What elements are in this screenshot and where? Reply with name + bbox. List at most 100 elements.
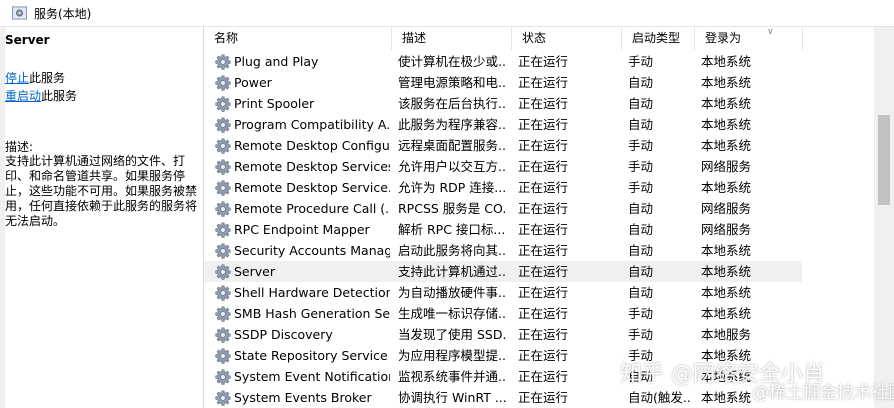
service-gear-icon [215, 75, 231, 91]
service-status-cell: 正在运行 [518, 117, 569, 132]
column-header-name[interactable]: 名称 [204, 27, 392, 50]
service-startup-type-cell: 自动 [628, 222, 654, 237]
service-gear-icon [215, 327, 231, 343]
service-description-cell: 该服务在后台执行... [398, 96, 506, 111]
table-row[interactable]: Plug and Play 使计算机在极少或... 正在运行 手动 本地系统 [204, 51, 802, 72]
table-row[interactable]: Program Compatibility A... 此服务为程序兼容... 正在运… [204, 114, 802, 135]
column-header-startup-type[interactable]: 启动类型 [622, 27, 695, 50]
table-row[interactable]: State Repository Service 为应用程序模型提... 正在运行 手… [204, 345, 802, 366]
stop-suffix: 此服务 [29, 71, 66, 85]
service-description-cell: 为应用程序模型提... [398, 348, 506, 363]
table-row[interactable]: SMB Hash Generation Se... 生成唯一标识存储... 正在运行… [204, 303, 802, 324]
service-status-cell: 正在运行 [518, 159, 569, 174]
description-text: 支持此计算机通过网络的文件、打印、和命名管道共享。如果服务停止，这些功能不可用。… [5, 154, 198, 228]
service-startup-type-cell: 自动 [628, 201, 654, 216]
service-logon-cell: 本地系统 [701, 54, 752, 69]
service-startup-type-cell: 手动 [628, 327, 654, 342]
table-row[interactable]: Remote Desktop Configu... 远程桌面配置服务... 正在运行… [204, 135, 802, 156]
service-name-cell: State Repository Service [234, 348, 388, 363]
service-gear-icon [215, 117, 231, 133]
service-logon-cell: 本地服务 [701, 327, 752, 342]
table-row[interactable]: RPC Endpoint Mapper 解析 RPC 接口标... 正在运行 自动 网络… [204, 219, 802, 240]
stop-service-link[interactable]: 停止 [5, 71, 29, 85]
service-gear-icon [215, 243, 231, 259]
service-gear-icon [215, 222, 231, 238]
title-bar: 服务(本地) [0, 0, 894, 27]
table-row[interactable]: SSDP Discovery 当发现了使用 SSD... 正在运行 手动 本地服务 [204, 324, 802, 345]
table-row[interactable]: Remote Desktop Service... 允许为 RDP 连接... 正在… [204, 177, 802, 198]
service-status-cell: 正在运行 [518, 54, 569, 69]
service-gear-icon [215, 390, 231, 406]
service-name-cell: SMB Hash Generation Se... [234, 306, 390, 321]
service-startup-type-cell: 自动 [628, 369, 654, 384]
service-status-cell: 正在运行 [518, 348, 569, 363]
restart-action: 重启动此服务 [5, 87, 77, 104]
column-header-description[interactable]: 描述 [392, 27, 512, 50]
service-description-cell: 使计算机在极少或... [398, 54, 506, 69]
service-startup-type-cell: 自动 [628, 243, 654, 258]
service-description-cell: 解析 RPC 接口标... [398, 222, 506, 237]
service-startup-type-cell: 手动 [628, 138, 654, 153]
service-logon-cell: 网络服务 [701, 201, 752, 216]
service-name-cell: Program Compatibility A... [234, 117, 390, 132]
service-gear-icon [215, 285, 231, 301]
service-gear-icon [215, 159, 231, 175]
service-logon-cell: 本地系统 [701, 348, 752, 363]
service-logon-cell: 本地系统 [701, 285, 752, 300]
service-description-cell: 管理电源策略和电... [398, 75, 506, 90]
service-logon-cell: 本地系统 [701, 390, 752, 405]
service-name-cell: Security Accounts Manag... [234, 243, 390, 258]
table-row[interactable]: Remote Procedure Call (... RPCSS 服务是 CO..… [204, 198, 802, 219]
service-gear-icon [215, 201, 231, 217]
service-description-cell: 此服务为程序兼容... [398, 117, 506, 132]
service-logon-cell: 本地系统 [701, 180, 752, 195]
table-row[interactable]: System Event Notification... 监视系统事件并通... 正… [204, 366, 802, 387]
table-row[interactable]: Server 支持此计算机通过... 正在运行 自动 本地系统 [204, 261, 802, 282]
service-description-cell: RPCSS 服务是 CO... [398, 201, 506, 216]
table-row[interactable]: Remote Desktop Services 允许用户以交互方... 正在运行 手动… [204, 156, 802, 177]
vertical-scrollbar[interactable] [874, 27, 894, 408]
service-startup-type-cell: 手动 [628, 180, 654, 195]
service-name-cell: Power [234, 75, 272, 90]
service-status-cell: 正在运行 [518, 369, 569, 384]
service-logon-cell: 本地系统 [701, 75, 752, 90]
service-name-cell: Shell Hardware Detection [234, 285, 390, 300]
service-startup-type-cell: 手动 [628, 54, 654, 69]
table-row[interactable]: Shell Hardware Detection 为自动播放硬件事... 正在运行 自… [204, 282, 802, 303]
table-row[interactable]: Security Accounts Manag... 启动此服务将向其... 正在运… [204, 240, 802, 261]
service-status-cell: 正在运行 [518, 180, 569, 195]
service-logon-cell: 本地系统 [701, 138, 752, 153]
table-row[interactable]: System Events Broker 协调执行 WinRT ... 正在运行 自动… [204, 387, 802, 408]
service-description-cell: 当发现了使用 SSD... [398, 327, 506, 342]
service-startup-type-cell: 自动(触发... [628, 390, 690, 405]
service-gear-icon [215, 54, 231, 70]
service-logon-cell: 本地系统 [701, 117, 752, 132]
scrollbar-thumb[interactable] [878, 115, 890, 205]
service-logon-cell: 本地系统 [701, 306, 752, 321]
restart-service-link[interactable]: 重启动 [5, 89, 41, 103]
service-startup-type-cell: 自动 [628, 285, 654, 300]
service-gear-icon [215, 306, 231, 322]
service-logon-cell: 本地系统 [701, 264, 752, 279]
service-description-cell: 为自动播放硬件事... [398, 285, 506, 300]
service-startup-type-cell: 自动 [628, 75, 654, 90]
service-logon-cell: 网络服务 [701, 222, 752, 237]
service-name-cell: Remote Desktop Configu... [234, 138, 390, 153]
description-label: 描述: [5, 140, 34, 154]
table-row[interactable]: Print Spooler 该服务在后台执行... 正在运行 自动 本地系统 [204, 93, 802, 114]
service-status-cell: 正在运行 [518, 222, 569, 237]
services-gear-icon [12, 6, 27, 20]
service-name-cell: System Event Notification... [234, 369, 390, 384]
service-details-pane: Server 停止此服务 重启动此服务 描述: 支持此计算机通过网络的文件、打印… [5, 30, 201, 408]
service-startup-type-cell: 手动 [628, 348, 654, 363]
column-header-logon-as[interactable]: 登录为 [695, 27, 803, 50]
service-gear-icon [215, 369, 231, 385]
table-row[interactable]: Power 管理电源策略和电... 正在运行 自动 本地系统 [204, 72, 802, 93]
selected-service-name: Server [5, 33, 50, 47]
service-name-cell: System Events Broker [234, 390, 372, 405]
column-header-status[interactable]: 状态 [512, 27, 622, 50]
service-name-cell: Remote Desktop Service... [234, 180, 390, 195]
service-gear-icon [215, 264, 231, 280]
service-name-cell: Plug and Play [234, 54, 319, 69]
service-name-cell: Server [234, 264, 275, 279]
